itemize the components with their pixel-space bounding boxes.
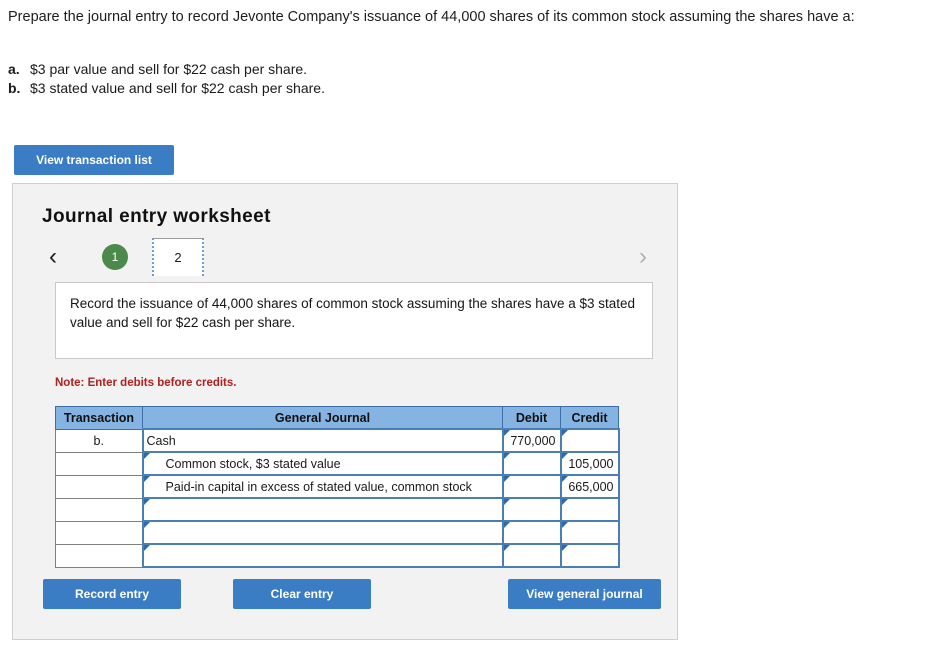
worksheet-instruction: Record the issuance of 44,000 shares of … [55,282,653,359]
cell-credit-text: 105,000 [562,457,618,471]
cell-transaction[interactable]: b. [56,429,143,452]
cell-account[interactable]: Cash [143,429,503,452]
cell-debit[interactable] [503,452,561,475]
cell-credit-text: 665,000 [562,480,618,494]
cell-account-text: Paid-in capital in excess of stated valu… [144,480,502,494]
cell-account[interactable] [143,521,503,544]
cell-transaction[interactable] [56,475,143,498]
cell-account[interactable]: Paid-in capital in excess of stated valu… [143,475,503,498]
cell-credit[interactable] [561,498,619,521]
debits-before-credits-note: Note: Enter debits before credits. [55,377,236,389]
chevron-right-icon[interactable]: › [632,242,654,272]
table-row: Paid-in capital in excess of stated valu… [56,475,619,498]
cell-credit[interactable]: 665,000 [561,475,619,498]
cell-transaction[interactable] [56,452,143,475]
worksheet-title: Journal entry worksheet [42,206,271,228]
cell-credit[interactable] [561,544,619,567]
worksheet-tab-2[interactable]: 2 [152,238,204,276]
requirement-text-b: $3 stated value and sell for $22 cash pe… [30,79,325,98]
cell-debit[interactable] [503,498,561,521]
table-header-row: Transaction General Journal Debit Credit [56,407,619,430]
cell-debit[interactable]: 770,000 [503,429,561,452]
journal-entry-worksheet-panel: Journal entry worksheet ‹ 1 2 › Record t… [12,183,678,640]
table-row: b. Cash 770,000 [56,429,619,452]
question-prompt: Prepare the journal entry to record Jevo… [8,8,933,26]
cell-debit[interactable] [503,521,561,544]
record-entry-button[interactable]: Record entry [43,579,181,609]
column-header-transaction: Transaction [56,407,143,430]
cell-credit[interactable] [561,429,619,452]
table-row [56,521,619,544]
cell-account[interactable] [143,544,503,567]
cell-transaction[interactable] [56,498,143,521]
table-row [56,544,619,567]
view-general-journal-button[interactable]: View general journal [508,579,661,609]
table-row [56,498,619,521]
worksheet-footer-buttons: Record entry Clear entry View general jo… [43,579,663,609]
cell-debit[interactable] [503,475,561,498]
column-header-debit: Debit [503,407,561,430]
cell-account[interactable]: Common stock, $3 stated value [143,452,503,475]
cell-debit[interactable] [503,544,561,567]
chevron-left-icon[interactable]: ‹ [42,242,64,272]
table-row: Common stock, $3 stated value 105,000 [56,452,619,475]
cell-account-text: Common stock, $3 stated value [144,457,502,471]
worksheet-tab-bar: ‹ 1 2 › [42,242,654,278]
cell-transaction[interactable] [56,544,143,567]
cell-credit[interactable] [561,521,619,544]
worksheet-tab-1[interactable]: 1 [102,244,128,270]
requirement-item-b: b. $3 stated value and sell for $22 cash… [8,79,325,98]
requirement-list: a. $3 par value and sell for $22 cash pe… [8,60,325,98]
cell-debit-text: 770,000 [504,434,560,448]
requirement-letter-b: b. [8,79,30,98]
cell-transaction[interactable] [56,521,143,544]
cell-account[interactable] [143,498,503,521]
requirement-item-a: a. $3 par value and sell for $22 cash pe… [8,60,325,79]
journal-entry-table: Transaction General Journal Debit Credit… [55,406,620,568]
column-header-credit: Credit [561,407,619,430]
column-header-general-journal: General Journal [143,407,503,430]
requirement-letter-a: a. [8,60,30,79]
cell-account-text: Cash [144,434,502,448]
cell-credit[interactable]: 105,000 [561,452,619,475]
view-transaction-list-button[interactable]: View transaction list [14,145,174,175]
clear-entry-button[interactable]: Clear entry [233,579,371,609]
requirement-text-a: $3 par value and sell for $22 cash per s… [30,60,307,79]
